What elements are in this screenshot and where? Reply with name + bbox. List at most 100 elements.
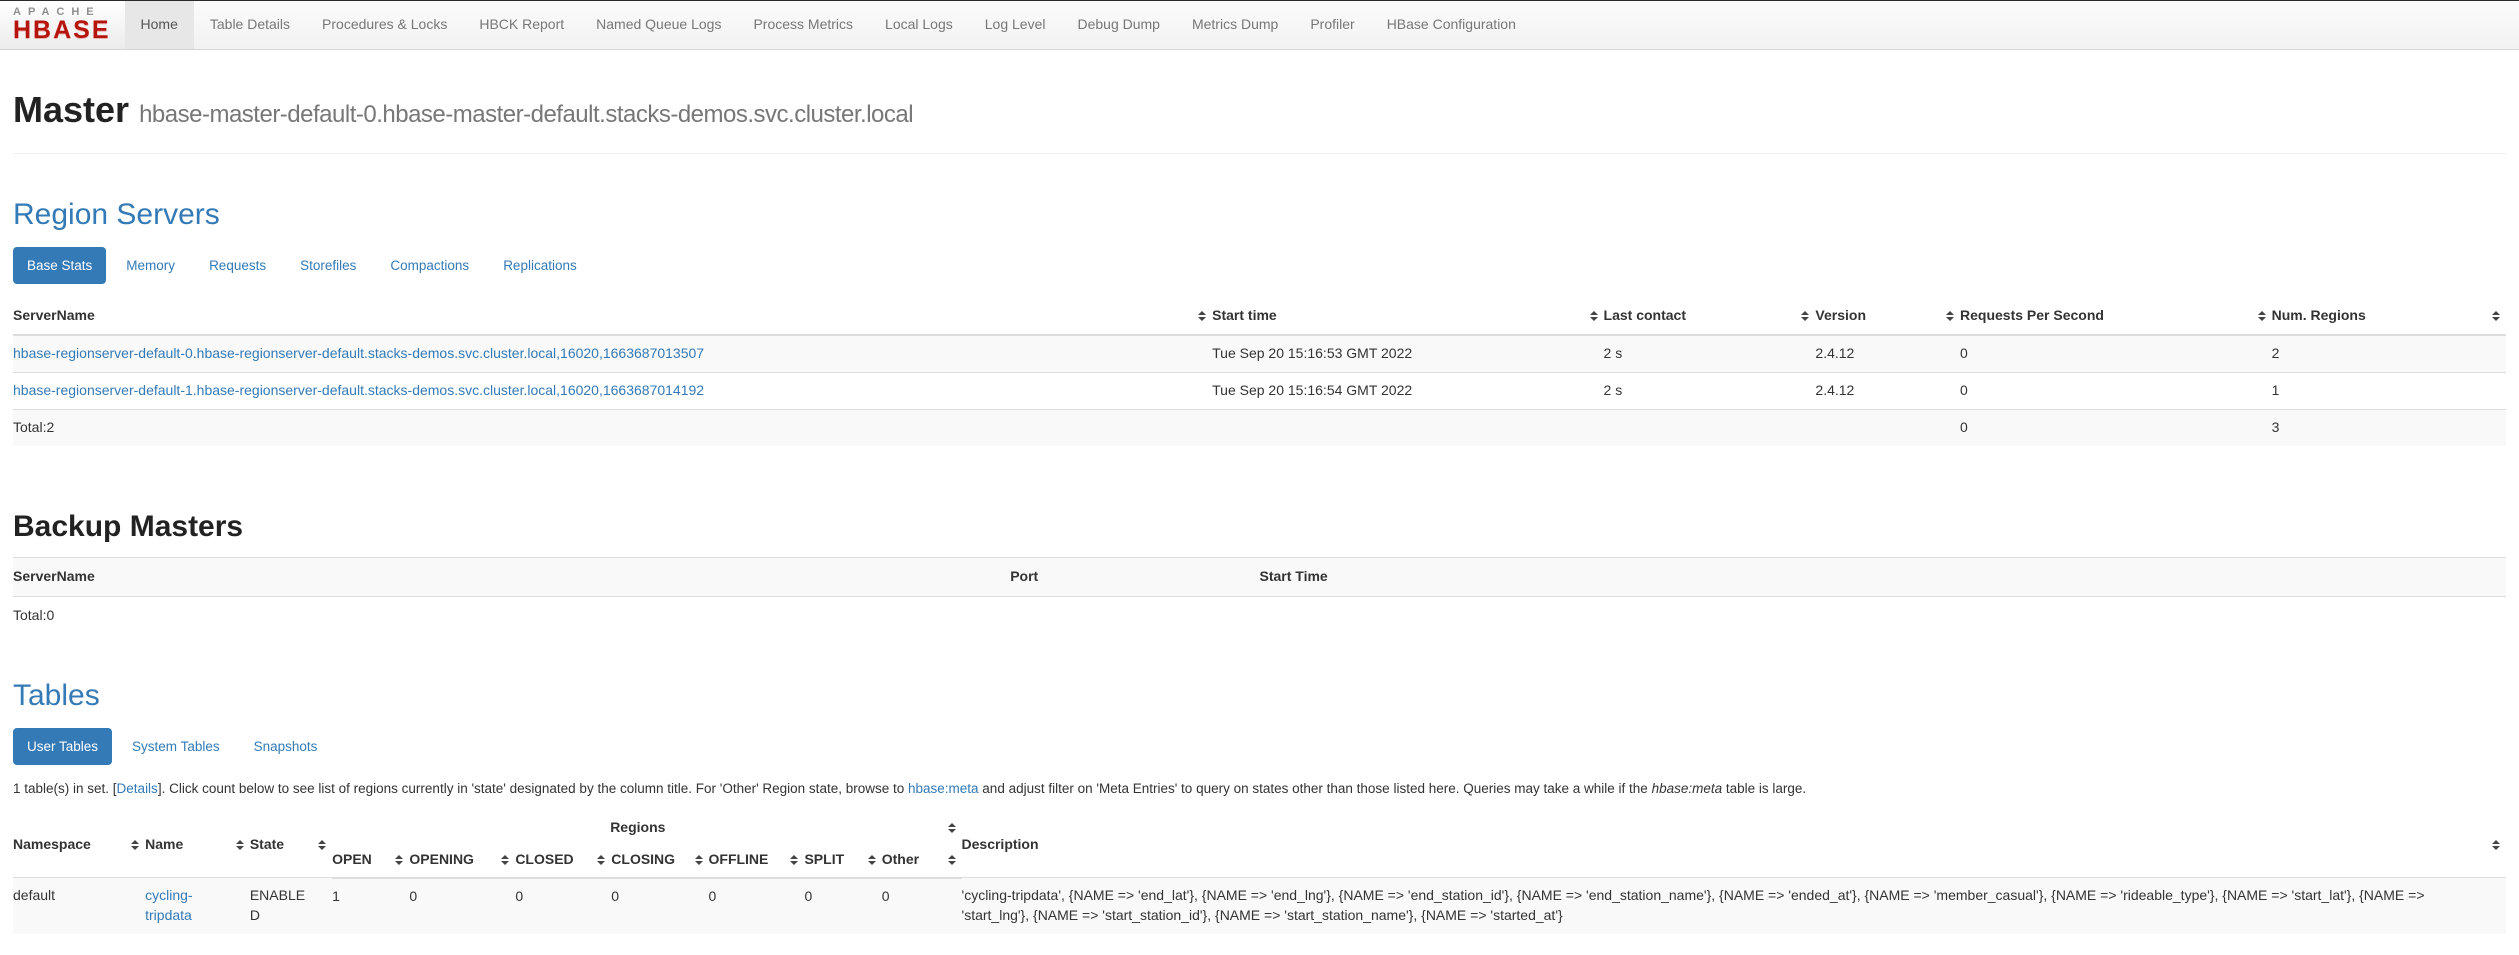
- col-version[interactable]: Version: [1815, 298, 1960, 335]
- col-namespace[interactable]: Namespace: [13, 813, 145, 878]
- cell-start-time: Tue Sep 20 15:16:53 GMT 2022: [1212, 335, 1603, 372]
- col-offline[interactable]: OFFLINE: [709, 843, 805, 878]
- col-bm-start-time: Start Time: [1259, 558, 2506, 597]
- col-version-label: Version: [1815, 307, 1866, 323]
- tab-compactions[interactable]: Compactions: [376, 247, 483, 284]
- hbase-meta-link[interactable]: hbase:meta: [908, 781, 979, 796]
- backup-masters-section: Backup Masters ServerName Port Start Tim…: [13, 510, 2506, 635]
- tab-replications[interactable]: Replications: [489, 247, 591, 284]
- sort-icon[interactable]: [868, 855, 877, 865]
- sort-icon[interactable]: [131, 840, 140, 850]
- col-num-regions[interactable]: Num. Regions: [2272, 298, 2506, 335]
- note-text: and adjust filter on 'Meta Entries' to q…: [979, 781, 1652, 796]
- regions-group-label: Regions: [610, 819, 665, 835]
- region-count-other[interactable]: 0: [882, 878, 962, 934]
- nav-item-procedures-locks[interactable]: Procedures & Locks: [306, 1, 463, 49]
- sort-icon[interactable]: [395, 855, 404, 865]
- table-row: hbase-regionserver-default-1.hbase-regio…: [13, 373, 2506, 410]
- col-closing[interactable]: CLOSING: [611, 843, 708, 878]
- sort-icon[interactable]: [1801, 311, 1810, 321]
- col-rps-label: Requests Per Second: [1960, 307, 2104, 323]
- nav-item-log-level[interactable]: Log Level: [969, 1, 1062, 49]
- tab-memory[interactable]: Memory: [112, 247, 189, 284]
- nav-item-process-metrics[interactable]: Process Metrics: [737, 1, 869, 49]
- nav-item-table-details[interactable]: Table Details: [194, 1, 306, 49]
- tab-user-tables[interactable]: User Tables: [13, 728, 112, 765]
- nav-item-hbase-configuration[interactable]: HBase Configuration: [1371, 1, 1532, 49]
- tab-requests[interactable]: Requests: [195, 247, 280, 284]
- page-header: Master hbase-master-default-0.hbase-mast…: [13, 90, 2506, 154]
- nav-item-profiler[interactable]: Profiler: [1294, 1, 1370, 49]
- cell-num-regions: 1: [2272, 373, 2506, 410]
- sort-icon[interactable]: [1590, 311, 1599, 321]
- col-closed[interactable]: CLOSED: [515, 843, 611, 878]
- nav-item-local-logs[interactable]: Local Logs: [869, 1, 969, 49]
- sort-icon[interactable]: [790, 855, 799, 865]
- cell-version: 2.4.12: [1815, 335, 1960, 372]
- master-title: Master: [13, 89, 129, 130]
- col-requests-per-second[interactable]: Requests Per Second: [1960, 298, 2272, 335]
- sort-icon[interactable]: [948, 823, 957, 833]
- col-start-time[interactable]: Start time: [1212, 298, 1603, 335]
- region-count-closing[interactable]: 0: [611, 878, 708, 934]
- col-servername[interactable]: ServerName: [13, 298, 1212, 335]
- col-offline-label: OFFLINE: [709, 851, 769, 867]
- sort-icon[interactable]: [2492, 840, 2501, 850]
- user-tables-table: Namespace Name State Regions Description…: [13, 813, 2506, 934]
- sort-icon[interactable]: [948, 855, 957, 865]
- col-open[interactable]: OPEN: [332, 843, 409, 878]
- nav-item-debug-dump[interactable]: Debug Dump: [1061, 1, 1176, 49]
- sort-icon[interactable]: [695, 855, 704, 865]
- col-name-label: Name: [145, 836, 183, 852]
- tab-storefiles[interactable]: Storefiles: [286, 247, 370, 284]
- cell-last-contact: 2 s: [1604, 335, 1816, 372]
- nav-item-metrics-dump[interactable]: Metrics Dump: [1176, 1, 1294, 49]
- top-navbar: APACHE HBASE Home Table Details Procedur…: [0, 0, 2519, 50]
- sort-icon[interactable]: [236, 840, 245, 850]
- cell-description: 'cycling-tripdata', {NAME => 'end_lat'},…: [962, 878, 2506, 934]
- sort-icon[interactable]: [2492, 311, 2501, 321]
- col-last-contact[interactable]: Last contact: [1604, 298, 1816, 335]
- total-row: Total:2 0 3: [13, 410, 2506, 446]
- details-link[interactable]: Details: [117, 781, 158, 796]
- col-other[interactable]: Other: [882, 843, 962, 878]
- tables-note: 1 table(s) in set. [Details]. Click coun…: [13, 779, 2506, 798]
- col-namespace-label: Namespace: [13, 836, 91, 852]
- nav-item-hbck-report[interactable]: HBCK Report: [463, 1, 580, 49]
- nav-item-home[interactable]: Home: [125, 1, 194, 49]
- tab-snapshots[interactable]: Snapshots: [240, 728, 332, 765]
- col-description[interactable]: Description: [962, 813, 2506, 878]
- region-count-split[interactable]: 0: [804, 878, 881, 934]
- col-name[interactable]: Name: [145, 813, 250, 878]
- cell-start-time: Tue Sep 20 15:16:54 GMT 2022: [1212, 373, 1603, 410]
- sort-icon[interactable]: [1198, 311, 1207, 321]
- regionserver-link[interactable]: hbase-regionserver-default-0.hbase-regio…: [13, 345, 704, 361]
- tab-system-tables[interactable]: System Tables: [118, 728, 234, 765]
- sort-icon[interactable]: [1946, 311, 1955, 321]
- sort-icon[interactable]: [318, 840, 327, 850]
- region-servers-tabs: Base Stats Memory Requests Storefiles Co…: [13, 247, 2506, 284]
- col-start-time-label: Start time: [1212, 307, 1277, 323]
- hbase-logo[interactable]: APACHE HBASE: [0, 1, 125, 49]
- region-count-opening[interactable]: 0: [409, 878, 515, 934]
- col-group-regions[interactable]: Regions: [332, 813, 961, 843]
- col-opening[interactable]: OPENING: [409, 843, 515, 878]
- sort-icon[interactable]: [597, 855, 606, 865]
- tab-base-stats[interactable]: Base Stats: [13, 247, 106, 284]
- cell-rps: 0: [1960, 335, 2272, 372]
- col-state[interactable]: State: [250, 813, 332, 878]
- sort-icon[interactable]: [501, 855, 510, 865]
- nav-item-named-queue-logs[interactable]: Named Queue Logs: [580, 1, 737, 49]
- table-row: hbase-regionserver-default-0.hbase-regio…: [13, 335, 2506, 372]
- table-link-cycling-tripdata[interactable]: cycling-tripdata: [145, 887, 192, 923]
- col-other-label: Other: [882, 851, 919, 867]
- col-split[interactable]: SPLIT: [804, 843, 881, 878]
- regionserver-link[interactable]: hbase-regionserver-default-1.hbase-regio…: [13, 382, 704, 398]
- cell-last-contact: 2 s: [1604, 373, 1816, 410]
- sort-icon[interactable]: [2258, 311, 2267, 321]
- region-count-closed[interactable]: 0: [515, 878, 611, 934]
- region-count-offline[interactable]: 0: [709, 878, 805, 934]
- region-count-open[interactable]: 1: [332, 888, 340, 904]
- total-label: Total:2: [13, 410, 1212, 446]
- col-state-label: State: [250, 836, 284, 852]
